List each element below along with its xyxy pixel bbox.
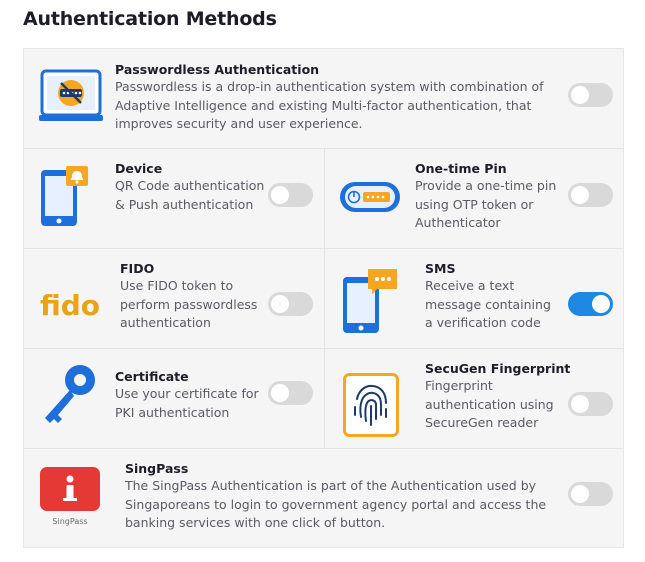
method-sms: SMS Receive a text message containing a … — [325, 249, 625, 348]
device-toggle[interactable] — [268, 183, 313, 207]
page-title: Authentication Methods — [23, 8, 277, 30]
key-icon — [45, 365, 95, 423]
method-name: One-time Pin — [415, 161, 507, 176]
method-name: FIDO — [120, 261, 155, 276]
toggle-knob — [571, 395, 589, 413]
toggle-knob — [571, 485, 589, 503]
certificate-toggle[interactable] — [268, 381, 313, 405]
method-name: Device — [115, 161, 163, 176]
method-row-4: Certificate Use your certificate for PKI… — [24, 349, 623, 449]
toggle-knob — [271, 295, 289, 313]
method-description: The SingPass Authentication is part of t… — [125, 478, 547, 530]
method-description: QR Code authentication & Push authentica… — [115, 178, 265, 212]
method-name: SecuGen Fingerprint — [425, 361, 571, 376]
method-description: Use FIDO token to perform passwordless a… — [120, 278, 258, 330]
otp-toggle[interactable] — [568, 183, 613, 207]
mobile-notification-icon — [41, 166, 88, 226]
fido-toggle[interactable] — [268, 292, 313, 316]
otp-token-icon — [340, 182, 400, 212]
method-description: Passwordless is a drop-in authentication… — [115, 79, 544, 131]
method-name: SMS — [425, 261, 456, 276]
method-description: Fingerprint authentication using SecureG… — [425, 378, 554, 430]
method-passwordless: Passwordless Authentication Passwordless… — [24, 49, 623, 148]
method-row-passwordless: Passwordless Authentication Passwordless… — [24, 49, 623, 149]
method-certificate: Certificate Use your certificate for PKI… — [24, 349, 325, 448]
mobile-message-icon — [343, 269, 397, 333]
method-row-3: fido FIDO Use FIDO token to perform pass… — [24, 249, 623, 349]
toggle-knob — [271, 384, 289, 402]
singpass-logo: SingPass — [40, 467, 100, 526]
method-name: Certificate — [115, 369, 189, 384]
method-fido: fido FIDO Use FIDO token to perform pass… — [24, 249, 325, 348]
fingerprint-toggle[interactable] — [568, 392, 613, 416]
passwordless-toggle[interactable] — [568, 83, 613, 107]
method-description: Receive a text message containing a veri… — [425, 278, 551, 330]
auth-methods-card: Passwordless Authentication Passwordless… — [23, 48, 624, 548]
fido-logo-text: fido — [40, 289, 100, 321]
toggle-knob — [571, 186, 589, 204]
method-otp: One-time Pin Provide a one-time pin usin… — [325, 149, 625, 248]
toggle-knob — [271, 186, 289, 204]
singpass-toggle[interactable] — [568, 482, 613, 506]
method-row-2: Device QR Code authentication & Push aut… — [24, 149, 623, 249]
method-row-singpass: SingPass SingPass The SingPass Authentic… — [24, 449, 623, 549]
method-fingerprint: SecuGen Fingerprint Fingerprint authenti… — [325, 349, 625, 448]
singpass-logo-text: SingPass — [52, 517, 87, 526]
method-description: Provide a one-time pin using OTP token o… — [415, 178, 557, 230]
toggle-knob — [571, 86, 589, 104]
method-description: Use your certificate for PKI authenticat… — [115, 386, 259, 420]
method-singpass: SingPass SingPass The SingPass Authentic… — [24, 449, 623, 549]
method-device: Device QR Code authentication & Push aut… — [24, 149, 325, 248]
toggle-knob — [592, 295, 610, 313]
fido-logo: fido — [40, 289, 100, 321]
method-name: Passwordless Authentication — [115, 62, 320, 77]
laptop-no-password-icon — [39, 69, 103, 121]
method-name: SingPass — [125, 461, 189, 476]
fingerprint-icon — [343, 373, 399, 437]
sms-toggle[interactable] — [568, 292, 613, 316]
